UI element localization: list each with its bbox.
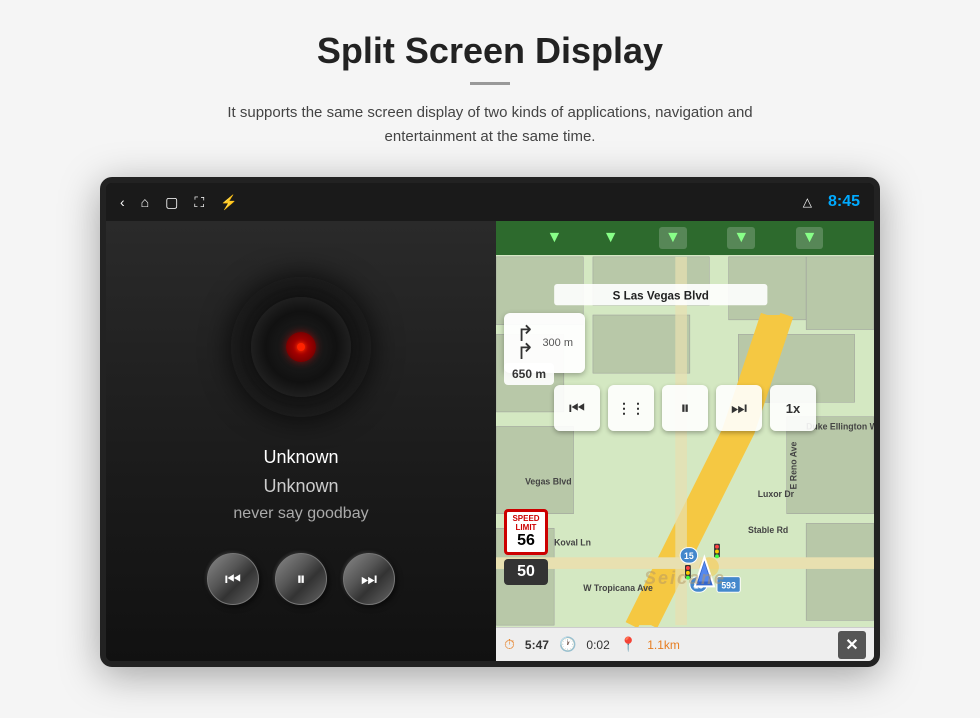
svg-text:Koval Ln: Koval Ln <box>554 538 591 548</box>
nav-speed-sign: SPEEDLIMIT 56 50 <box>504 509 548 585</box>
svg-text:Luxor Dr: Luxor Dr <box>758 489 795 499</box>
nav-pause-button[interactable]: ⏸ <box>662 385 708 431</box>
status-time: 8:45 <box>828 193 860 211</box>
svg-text:S Las Vegas Blvd: S Las Vegas Blvd <box>613 289 709 302</box>
prev-icon: ⏮ <box>225 569 241 590</box>
timer-icon: 🕐 <box>559 636 576 653</box>
dist-icon: 📍 <box>620 636 637 653</box>
album-art <box>231 277 371 417</box>
nav-eta: 5:47 <box>525 638 549 652</box>
speed-limit-label: SPEEDLIMIT <box>509 514 543 532</box>
svg-text:593: 593 <box>721 580 736 590</box>
play-pause-button[interactable]: ⏸ <box>275 553 327 605</box>
back-icon[interactable]: ‹ <box>120 194 125 210</box>
pause-icon: ⏸ <box>297 569 306 590</box>
eta-icon: ⏱ <box>504 636 515 653</box>
next-button[interactable]: ⏭ <box>343 553 395 605</box>
page-title: Split Screen Display <box>190 30 790 72</box>
svg-text:Stable Rd: Stable Rd <box>748 525 788 535</box>
photo-icon[interactable]: ⛶ <box>194 194 204 211</box>
usb-icon[interactable]: ⚡ <box>220 194 237 211</box>
status-bar: ‹ ⌂ ▢ ⛶ ⚡ △ 8:45 <box>106 183 874 221</box>
nav-dist-remaining: 1.1km <box>647 638 680 652</box>
svg-text:15: 15 <box>684 551 694 561</box>
nav-arrow-3: ▼ <box>659 227 687 249</box>
nav-arrow-1: ▼ <box>546 229 562 247</box>
svg-text:W Tropicana Ave: W Tropicana Ave <box>583 583 653 593</box>
nav-arrow-4: ▼ <box>727 227 755 249</box>
svg-text:Duke Ellington Way: Duke Ellington Way <box>806 421 874 431</box>
speed-current-box: 50 <box>504 559 548 585</box>
nav-status-bar: ⏱ 5:47 🕐 0:02 📍 1.1km ✕ <box>496 627 874 661</box>
nav-next-button[interactable]: ⏭ <box>716 385 762 431</box>
prev-button[interactable]: ⏮ <box>207 553 259 605</box>
nav-controls-overlay: ⏮ ⋮⋮ ⏸ ⏭ 1x <box>554 385 816 431</box>
window-icon[interactable]: ▢ <box>165 194 178 211</box>
triangle-icon: △ <box>803 195 812 209</box>
device-frame: ‹ ⌂ ▢ ⛶ ⚡ △ 8:45 Unknown Unknown never s… <box>100 177 880 667</box>
page-subtitle: It supports the same screen display of t… <box>190 101 790 149</box>
split-screen: Unknown Unknown never say goodbay ⏮ ⏸ ⏭ <box>106 221 874 661</box>
next-icon: ⏭ <box>361 569 377 590</box>
home-icon[interactable]: ⌂ <box>141 194 149 210</box>
nav-panel: ▼ ▼ ▼ ▼ ▼ <box>496 221 874 661</box>
track-artist: Unknown <box>233 476 368 497</box>
nav-arrow-5: ▼ <box>796 227 824 249</box>
nav-map: Koval Ln Duke Ellington Way Vegas Blvd L… <box>496 255 874 627</box>
nav-speed-button[interactable]: 1x <box>770 385 816 431</box>
svg-text:E Reno Ave: E Reno Ave <box>788 442 798 490</box>
speed-current-value: 50 <box>512 563 540 581</box>
nav-direction-distance: 300 m <box>542 337 573 349</box>
svg-text:Vegas Blvd: Vegas Blvd <box>525 477 572 487</box>
title-divider <box>470 82 510 85</box>
title-section: Split Screen Display It supports the sam… <box>190 30 790 149</box>
music-controls: ⏮ ⏸ ⏭ <box>207 553 395 605</box>
nav-time-remaining: 0:02 <box>586 638 609 652</box>
music-panel: Unknown Unknown never say goodbay ⏮ ⏸ ⏭ <box>106 221 496 661</box>
track-info: Unknown Unknown never say goodbay <box>233 447 368 523</box>
nav-dist-label: 650 m <box>504 363 554 385</box>
nav-chapters-button[interactable]: ⋮⋮ <box>608 385 654 431</box>
speed-limit-value: 56 <box>509 532 543 550</box>
close-icon: ✕ <box>845 635 858 655</box>
nav-prev-button[interactable]: ⏮ <box>554 385 600 431</box>
track-album: never say goodbay <box>233 505 368 523</box>
nav-close-button[interactable]: ✕ <box>838 631 866 659</box>
nav-header: ▼ ▼ ▼ ▼ ▼ <box>496 221 874 255</box>
album-art-center <box>286 332 316 362</box>
track-title: Unknown <box>233 447 368 468</box>
map-svg: Koval Ln Duke Ellington Way Vegas Blvd L… <box>496 255 874 627</box>
nav-arrow-2: ▼ <box>603 229 619 247</box>
